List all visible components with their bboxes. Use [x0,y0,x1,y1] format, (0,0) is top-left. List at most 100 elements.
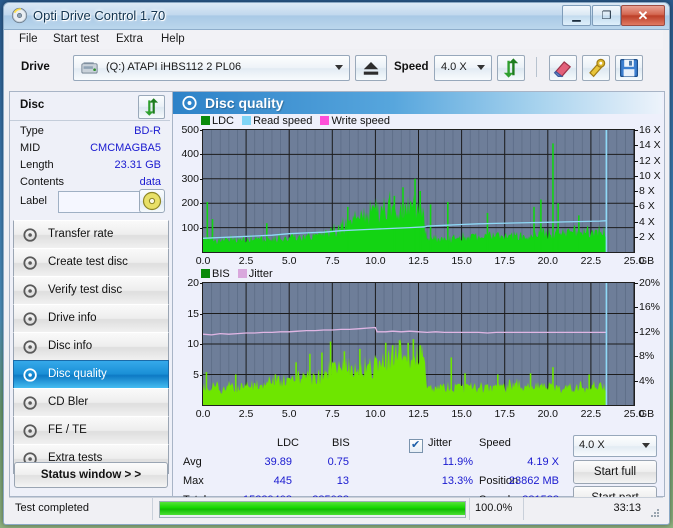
jitter-label: Jitter [428,437,452,449]
y2-axis-tick: 16% [639,301,661,314]
y2-axis-tick: 8% [639,350,655,363]
progress-percent: 100.0% [475,502,513,514]
speed-value: 4.0 X [441,61,467,73]
x-axis-tick: 0.0 [195,255,211,267]
x-axis-tick: 0.0 [195,408,211,420]
y2-axis-tickmark [634,145,638,147]
y2-axis-tick: 12% [639,325,661,338]
x-axis-tick: 7.5 [324,255,340,267]
stats-speed-value: 4.19 X [527,456,559,468]
menu-bar: File Start test Extra Help [9,30,663,49]
y2-axis-tickmark [634,283,638,284]
disc-row-length: Length 23.31 GB [10,159,170,176]
save-button[interactable] [615,55,643,81]
sidebar-item-cd-bler[interactable]: CD Bler [13,388,169,418]
x-axis-tick: 12.5 [408,408,429,420]
disc-create-icon [23,256,37,270]
y2-axis-tickmark [634,175,638,177]
y2-axis-tick: 4 X [639,215,655,228]
stats-col-ldc: LDC [277,437,300,449]
legend-label-read-speed: Read speed [253,115,313,127]
tools-button[interactable] [582,55,610,81]
sidebar-item-label: CD Bler [48,396,89,408]
sidebar-item-transfer-rate[interactable]: Transfer rate [13,220,169,250]
stats-ldc-avg: 39.89 [264,456,292,468]
drive-label: Drive [21,61,50,73]
disc-label-input[interactable] [58,191,142,213]
drive-select[interactable]: (Q:) ATAPI iHBS112 2 PL06 [73,55,350,81]
menu-item-file[interactable]: File [13,32,44,47]
sidebar-item-label: Drive info [48,312,97,324]
x-axis-tick: 17.5 [494,408,515,420]
stats-col-bis: BIS [332,437,350,449]
stats-row-avg: Avg [183,456,202,468]
panel-title: Disc quality [205,95,284,111]
status-window-button[interactable]: Status window > > [14,462,168,488]
close-icon: ✕ [637,7,649,23]
y2-axis-tickmark [634,380,638,382]
minimize-button[interactable]: ▁ [562,5,591,26]
stats-row-max: Max [183,475,204,487]
sidebar-item-label: Transfer rate [48,228,114,240]
sidebar-item-verify-test-disc[interactable]: Verify test disc [13,276,169,306]
disc-refresh-button[interactable] [138,95,165,119]
sidebar-item-fe-te[interactable]: FE / TE [13,416,169,446]
test-speed-value: 4.0 X [579,439,605,451]
legend-swatch-jitter [237,269,247,278]
menu-item-help[interactable]: Help [155,32,191,47]
test-speed-select[interactable]: 4.0 X [573,435,657,457]
y-axis-tick: 10 [187,338,199,350]
close-button[interactable]: ✕ [621,5,665,26]
sidebar-item-label: Verify test disc [48,284,123,296]
disc-quality-icon [23,368,37,382]
legend-swatch-bis [201,269,210,278]
legend-label-write-speed: Write speed [331,115,390,127]
speed-select[interactable]: 4.0 X [434,55,492,81]
chart1-legend: LDC Read speed Write speed [201,115,390,127]
x-axis-tick: 15.0 [451,255,472,267]
stats-jitter-avg: 11.9% [442,456,473,468]
y2-axis-tickmark [634,206,638,208]
disc-quality-ldc-chart [202,129,635,253]
maximize-button[interactable]: ❐ [592,5,621,26]
disc-label-button[interactable] [139,189,165,213]
sidebar-item-drive-info[interactable]: Drive info [13,304,169,334]
legend-swatch-write-speed [320,116,330,125]
x-axis-tick: 2.5 [238,255,254,267]
y-axis-tick: 400 [181,148,199,161]
y-axis-tick: 500 [181,124,199,136]
speed-label: Speed [394,61,429,73]
x-axis-tick: 17.5 [494,255,515,267]
y2-axis-tick: 12 X [639,154,661,167]
disc-row-key: MID [20,142,41,154]
disc-quality-panel: Disc quality LDC Read speed Write speed … [172,91,665,510]
y2-axis-tickmark [634,130,638,131]
resize-grip-icon[interactable] [648,506,660,518]
x-axis-unit: GB [639,408,655,420]
erase-button[interactable] [549,55,577,81]
sidebar-item-disc-info[interactable]: Disc info [13,332,169,362]
legend-label-ldc: LDC [212,115,235,127]
eject-button[interactable] [355,55,387,81]
sidebar-item-disc-quality[interactable]: Disc quality [13,360,169,390]
disc-row-key: Length [20,159,54,171]
title-bar: Opti Drive Control 1.70 ▁ ❐ ✕ [4,3,669,30]
disc-row-mid: MID CMCMAGBA5 [10,142,170,159]
y-axis-tickmark [200,227,203,229]
refresh-button[interactable] [497,55,525,81]
menu-item-start-test[interactable]: Start test [47,32,105,47]
y2-axis-tick: 4% [639,374,655,387]
menu-item-extra[interactable]: Extra [110,32,149,47]
disc-section-title: Disc [20,99,45,111]
jitter-checkbox[interactable]: ✔ [409,439,423,453]
window-title: Opti Drive Control 1.70 [33,8,166,23]
toolbar-separator [536,57,537,77]
legend-swatch-ldc [201,116,210,125]
x-axis-tick: 5.0 [281,408,297,420]
status-divider [152,498,153,520]
y-axis-tickmark [200,313,203,315]
y2-axis-tick: 10 X [639,169,661,182]
start-full-button[interactable]: Start full [573,460,657,484]
sidebar-item-label: FE / TE [48,424,87,436]
sidebar-item-create-test-disc[interactable]: Create test disc [13,248,169,278]
